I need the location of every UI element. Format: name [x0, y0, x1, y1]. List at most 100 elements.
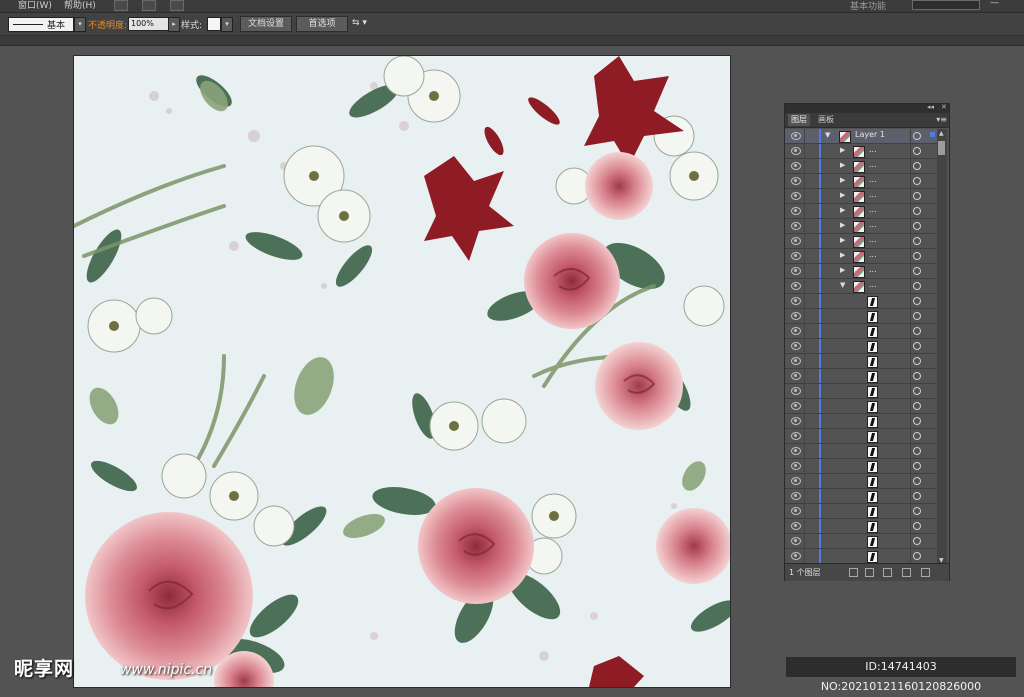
feather-icon[interactable]: [170, 0, 184, 11]
layer-name[interactable]: ...: [869, 280, 877, 289]
panel-menu-icon[interactable]: ▾≡: [936, 115, 947, 124]
target-circle-icon[interactable]: [913, 132, 921, 140]
lock-toggle[interactable]: [804, 399, 805, 413]
sublayer-row[interactable]: ▶...: [785, 204, 937, 219]
lock-toggle[interactable]: [804, 339, 805, 353]
path-row[interactable]: [785, 309, 937, 324]
path-row[interactable]: [785, 399, 937, 414]
sublayer-row[interactable]: ▶...: [785, 264, 937, 279]
stroke-profile-select[interactable]: 基本: [8, 17, 74, 32]
target-circle-icon[interactable]: [913, 462, 921, 470]
target-circle-icon[interactable]: [913, 537, 921, 545]
target-circle-icon[interactable]: [913, 492, 921, 500]
graphic-style-swatch[interactable]: [207, 17, 221, 31]
lock-toggle[interactable]: [804, 489, 805, 503]
document-setup-button[interactable]: 文档设置: [240, 16, 292, 32]
target-circle-icon[interactable]: [913, 507, 921, 515]
visibility-eye-icon[interactable]: [791, 192, 801, 200]
target-circle-icon[interactable]: [913, 342, 921, 350]
visibility-eye-icon[interactable]: [791, 507, 801, 515]
target-circle-icon[interactable]: [913, 432, 921, 440]
disclosure-closed-icon[interactable]: ▶: [840, 236, 845, 244]
path-row[interactable]: [785, 459, 937, 474]
visibility-eye-icon[interactable]: [791, 282, 801, 290]
path-row[interactable]: [785, 549, 937, 564]
arrange-documents-icon[interactable]: [142, 0, 156, 11]
lock-toggle[interactable]: [804, 534, 805, 548]
target-circle-icon[interactable]: [913, 282, 921, 290]
disclosure-closed-icon[interactable]: ▶: [840, 266, 845, 274]
target-circle-icon[interactable]: [913, 237, 921, 245]
visibility-eye-icon[interactable]: [791, 477, 801, 485]
locate-object-icon[interactable]: [849, 568, 858, 577]
search-input[interactable]: [912, 0, 980, 10]
minimize-icon[interactable]: —: [990, 0, 999, 8]
scroll-up-icon[interactable]: ▲: [939, 130, 944, 137]
path-row[interactable]: [785, 429, 937, 444]
layer-name[interactable]: ...: [869, 250, 877, 259]
path-row[interactable]: [785, 519, 937, 534]
lock-toggle[interactable]: [804, 444, 805, 458]
preferences-button[interactable]: 首选项: [296, 16, 348, 32]
target-circle-icon[interactable]: [913, 177, 921, 185]
lock-toggle[interactable]: [804, 324, 805, 338]
lock-toggle[interactable]: [804, 474, 805, 488]
lock-toggle[interactable]: [804, 549, 805, 563]
layer-name[interactable]: ...: [869, 265, 877, 274]
lock-toggle[interactable]: [804, 354, 805, 368]
lock-toggle[interactable]: [804, 519, 805, 533]
selection-indicator[interactable]: [930, 132, 935, 137]
artboard[interactable]: [74, 56, 730, 687]
visibility-eye-icon[interactable]: [791, 252, 801, 260]
disclosure-closed-icon[interactable]: ▶: [840, 146, 845, 154]
visibility-eye-icon[interactable]: [791, 372, 801, 380]
visibility-eye-icon[interactable]: [791, 162, 801, 170]
visibility-eye-icon[interactable]: [791, 537, 801, 545]
lock-toggle[interactable]: [804, 159, 805, 173]
tab-artboards[interactable]: 画板: [815, 114, 837, 126]
layer-name[interactable]: ...: [869, 205, 877, 214]
sublayer-row[interactable]: ▶...: [785, 234, 937, 249]
target-circle-icon[interactable]: [913, 147, 921, 155]
disclosure-closed-icon[interactable]: ▶: [840, 176, 845, 184]
target-circle-icon[interactable]: [913, 312, 921, 320]
target-circle-icon[interactable]: [913, 447, 921, 455]
style-dropdown-icon[interactable]: ▾: [221, 17, 233, 32]
disclosure-open-icon[interactable]: ▼: [840, 281, 845, 289]
sublayer-row[interactable]: ▶...: [785, 189, 937, 204]
target-circle-icon[interactable]: [913, 372, 921, 380]
layer-name[interactable]: ...: [869, 190, 877, 199]
lock-toggle[interactable]: [804, 174, 805, 188]
visibility-eye-icon[interactable]: [791, 267, 801, 275]
lock-toggle[interactable]: [804, 369, 805, 383]
layer-name[interactable]: ...: [869, 145, 877, 154]
visibility-eye-icon[interactable]: [791, 417, 801, 425]
scroll-thumb[interactable]: [938, 141, 945, 155]
visibility-eye-icon[interactable]: [791, 297, 801, 305]
layer-name[interactable]: ...: [869, 235, 877, 244]
lock-toggle[interactable]: [804, 219, 805, 233]
path-row[interactable]: [785, 534, 937, 549]
target-circle-icon[interactable]: [913, 252, 921, 260]
visibility-eye-icon[interactable]: [791, 432, 801, 440]
lock-toggle[interactable]: [804, 129, 805, 143]
disclosure-open-icon[interactable]: ▼: [825, 131, 830, 139]
menu-help[interactable]: 帮助(H): [64, 0, 96, 11]
visibility-eye-icon[interactable]: [791, 327, 801, 335]
target-circle-icon[interactable]: [913, 522, 921, 530]
lock-toggle[interactable]: [804, 264, 805, 278]
lock-toggle[interactable]: [804, 414, 805, 428]
opacity-label[interactable]: 不透明度:: [88, 18, 127, 31]
visibility-eye-icon[interactable]: [791, 387, 801, 395]
target-circle-icon[interactable]: [913, 357, 921, 365]
panel-titlebar[interactable]: ◂◂ ✕: [785, 103, 949, 113]
layer-name[interactable]: Layer 1: [855, 130, 885, 139]
lock-toggle[interactable]: [804, 384, 805, 398]
sublayer-row[interactable]: ▶...: [785, 144, 937, 159]
disclosure-closed-icon[interactable]: ▶: [840, 221, 845, 229]
visibility-eye-icon[interactable]: [791, 132, 801, 140]
menu-window[interactable]: 窗口(W): [18, 0, 52, 11]
visibility-eye-icon[interactable]: [791, 342, 801, 350]
target-circle-icon[interactable]: [913, 297, 921, 305]
target-circle-icon[interactable]: [913, 207, 921, 215]
